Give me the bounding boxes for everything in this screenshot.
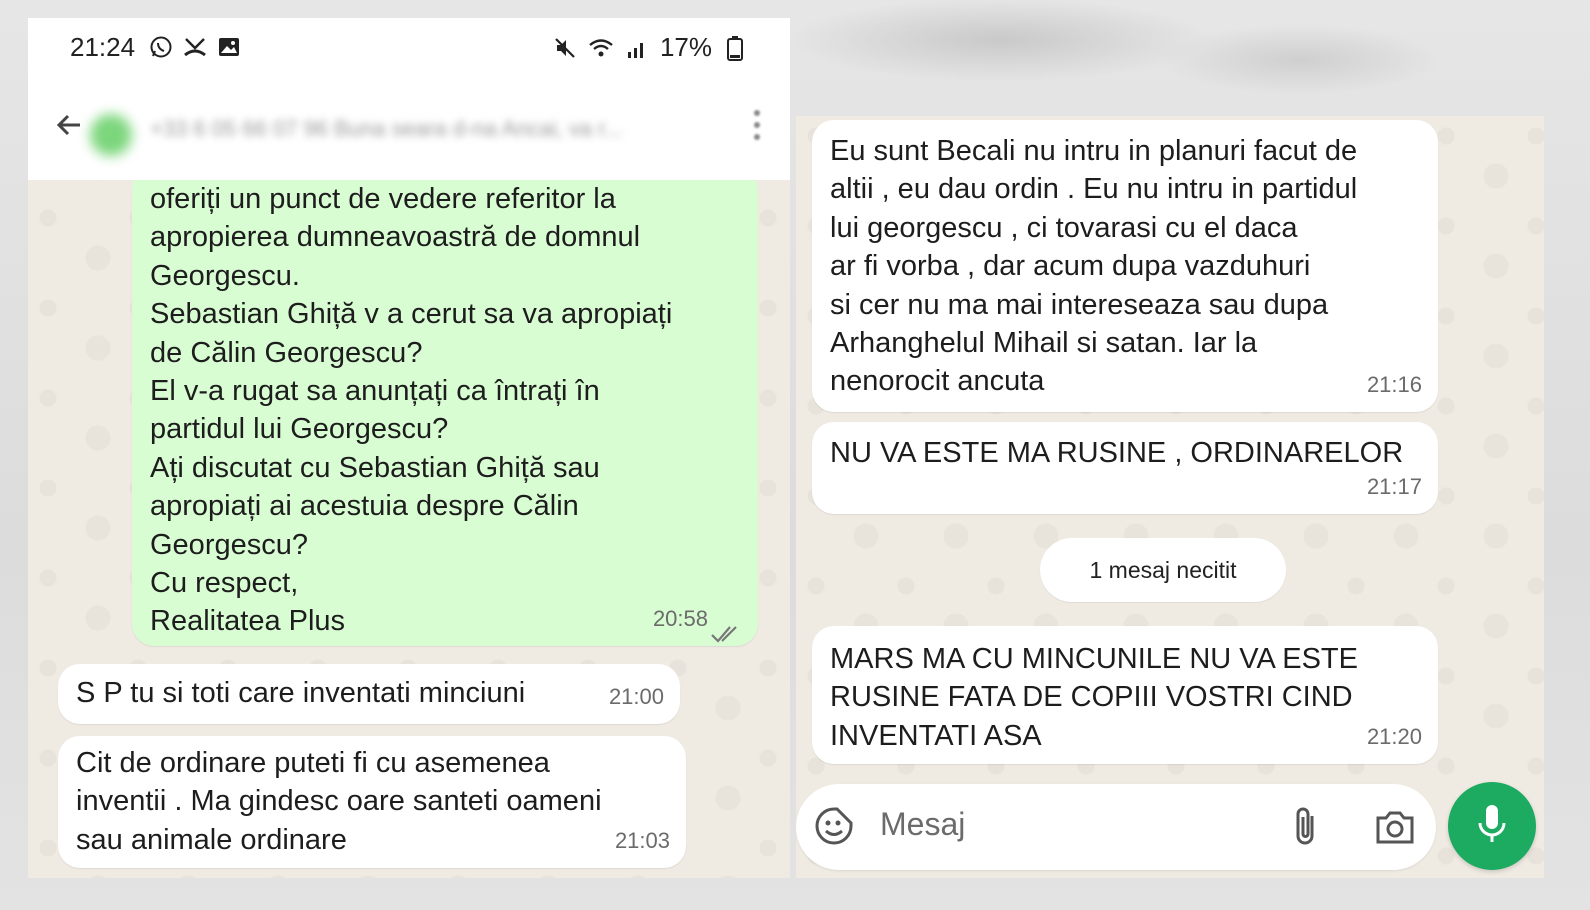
message-line: Ați discutat cu Sebastian Ghiță sau	[150, 451, 600, 484]
message-time: 21:00	[608, 683, 664, 709]
message-line: inventii . Ma gindesc oare santeti oamen…	[76, 785, 602, 818]
message-line: INVENTATI ASA	[830, 719, 1042, 752]
status-time: 21:24	[70, 32, 136, 62]
battery-icon	[722, 35, 748, 61]
right-chat-screenshot: Eu sunt Becali nu intru in planuri facut…	[796, 116, 1544, 878]
message-line: NU VA ESTE MA RUSINE , ORDINARELOR	[830, 437, 1404, 469]
gallery-icon	[216, 34, 242, 60]
battery-percent: 17%	[659, 32, 712, 62]
message-line: Sebastian Ghiță v a cerut sa va apropiaț…	[150, 298, 673, 331]
outgoing-message[interactable]: oferiți un punct de vedere referitor la …	[132, 168, 758, 646]
status-right-group: 17%	[552, 32, 748, 63]
message-line: apropiați ai acestuia despre Călin	[150, 490, 579, 523]
message-time: 21:03	[614, 827, 670, 853]
message-line: MARS MA CU MINCUNILE NU VA ESTE	[830, 643, 1358, 675]
message-line: lui georgescu , ci tovarasi cu el daca	[830, 211, 1298, 244]
message-line: apropierea dumneavoastră de domnul	[150, 221, 641, 254]
message-line: RUSINE FATA DE COPIII VOSTRI CIND	[830, 681, 1353, 714]
message-line: sau animale ordinare	[76, 823, 347, 856]
message-line: S P tu si toti care inventati minciuni	[76, 677, 526, 709]
message-line: de Călin Georgescu?	[150, 336, 423, 369]
chat-header: +33 6 05 66 07 96 Buna seara d-na Ancai,…	[28, 80, 790, 180]
mute-icon	[552, 35, 578, 61]
incoming-message[interactable]: NU VA ESTE MA RUSINE , ORDINARELOR 21:17	[812, 422, 1438, 514]
missed-call-icon	[182, 34, 208, 60]
message-line: El v-a rugat sa anunțați ca întrați în	[150, 375, 600, 408]
message-line: oferiți un punct de vedere referitor la	[150, 183, 616, 215]
message-input[interactable]: Mesaj	[880, 806, 965, 843]
incoming-message[interactable]: S P tu si toti care inventati minciuni 2…	[58, 664, 680, 724]
back-arrow-icon[interactable]	[54, 110, 84, 140]
incoming-message[interactable]: MARS MA CU MINCUNILE NU VA ESTE RUSINE F…	[812, 626, 1438, 764]
signal-icon	[624, 35, 650, 61]
message-time: 21:17	[1366, 473, 1422, 499]
contact-name[interactable]: +33 6 05 66 07 96 Buna seara d-na Ancai,…	[150, 116, 710, 142]
message-line: nenorocit ancuta	[830, 365, 1045, 398]
attach-icon[interactable]	[1290, 804, 1320, 848]
message-input-bar[interactable]: Mesaj	[796, 784, 1436, 870]
message-line: Cu respect,	[150, 567, 299, 600]
message-line: Georgescu.	[150, 259, 300, 292]
status-bar: 21:24 17%	[28, 18, 790, 80]
whatsapp-icon	[148, 34, 174, 60]
message-line: Cit de ordinare puteti fi cu asemenea	[76, 747, 550, 779]
left-chat-screenshot: 21:24 17% +33 6 05 66 07 96 Buna seara d…	[28, 18, 790, 878]
message-time: 21:16	[1366, 371, 1422, 397]
incoming-message[interactable]: Cit de ordinare puteti fi cu asemenea in…	[58, 736, 686, 868]
message-line: Arhanghelul Mihail si satan. Iar la	[830, 327, 1258, 360]
double-check-icon	[710, 616, 742, 643]
message-line: ar fi vorba , dar acum dupa vazduhuri	[830, 250, 1311, 283]
message-line: si cer nu ma mai intereseaza sau dupa	[830, 288, 1329, 321]
wifi-icon	[588, 35, 614, 61]
incoming-message[interactable]: Eu sunt Becali nu intru in planuri facut…	[812, 120, 1438, 412]
contact-avatar[interactable]	[90, 114, 132, 156]
unread-messages-label: 1 mesaj necitit	[1040, 538, 1286, 602]
microphone-icon	[1475, 803, 1509, 850]
message-line: partidul lui Georgescu?	[150, 413, 449, 446]
message-line: Georgescu?	[150, 528, 308, 561]
more-options-icon[interactable]	[754, 110, 760, 140]
message-time: 21:20	[1366, 723, 1422, 749]
sticker-icon[interactable]	[814, 806, 854, 846]
message-line: Eu sunt Becali nu intru in planuri facut…	[830, 135, 1358, 167]
message-line: altii , eu dau ordin . Eu nu intru in pa…	[830, 173, 1358, 206]
message-time: 20:58	[652, 605, 708, 631]
microphone-button[interactable]	[1448, 782, 1536, 870]
status-notification-icons	[148, 34, 242, 60]
camera-icon[interactable]	[1374, 808, 1416, 846]
